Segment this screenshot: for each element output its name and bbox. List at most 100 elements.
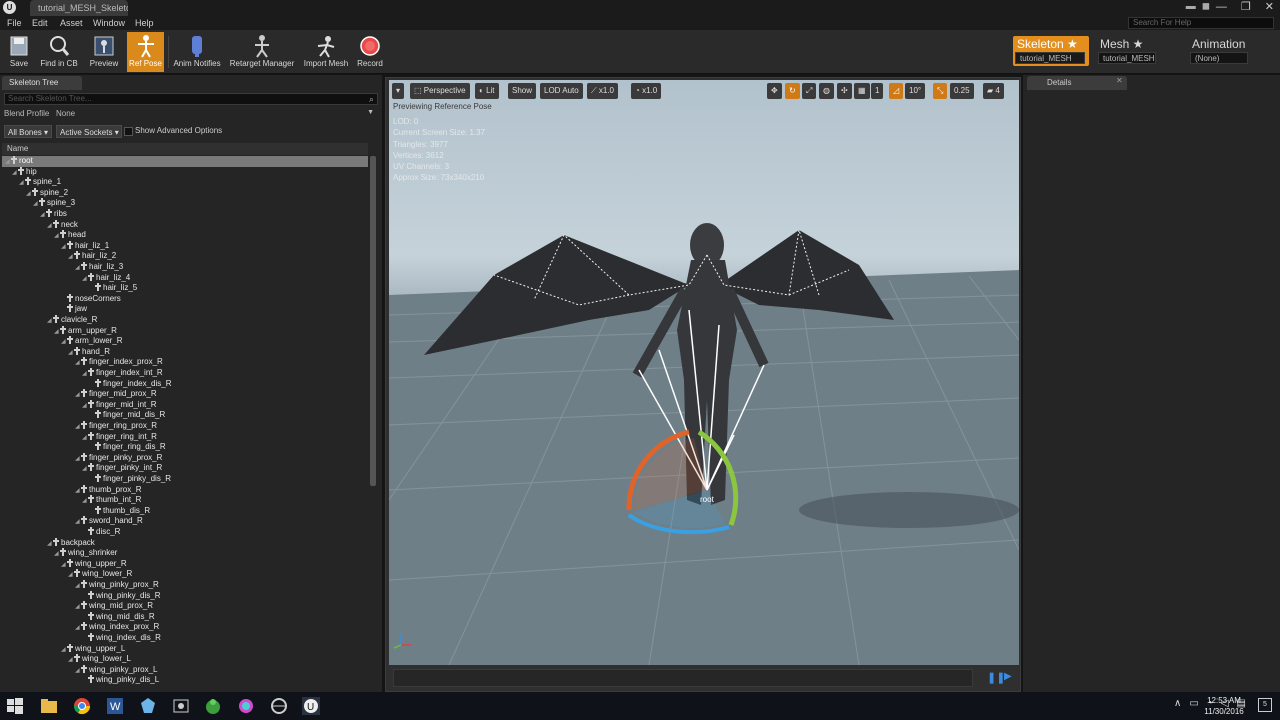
bone-row[interactable]: ◢ thumb_prox_R	[2, 484, 368, 496]
bone-row[interactable]: ◢ arm_upper_R	[2, 325, 368, 337]
bone-row[interactable]: ◢ wing_index_prox_R	[2, 622, 368, 633]
show-button[interactable]: Show	[508, 83, 537, 99]
all-bones-dropdown[interactable]: All Bones ▾	[4, 125, 52, 138]
bone-row[interactable]: ◢ ribs	[2, 209, 368, 220]
rotate-mode-button[interactable]: ↻	[785, 83, 800, 99]
retarget-manager-button[interactable]: Retarget Manager	[228, 32, 296, 72]
minimize-button[interactable]: —	[1216, 0, 1227, 16]
bone-row[interactable]: wing_index_dis_R	[2, 633, 368, 644]
bone-row[interactable]: ◢ spine_3	[2, 198, 368, 209]
bone-row[interactable]: ◢ sword_hand_R	[2, 516, 368, 527]
viewport[interactable]: ▾ ⬚ Perspective ◐ Lit Show LOD Auto ⟋ x1…	[389, 80, 1019, 665]
notification-center-icon[interactable]: 5	[1258, 698, 1272, 712]
scale-snap-toggle[interactable]: ⤡	[933, 83, 948, 99]
bone-row[interactable]: ◢ neck	[2, 219, 368, 231]
menu-edit[interactable]: Edit	[32, 16, 48, 30]
mode-animation-asset[interactable]: (None)	[1190, 52, 1248, 64]
search-help-input[interactable]: Search For Help	[1128, 17, 1274, 29]
bone-row[interactable]: wing_pinky_dis_L	[2, 675, 368, 686]
green-app-icon[interactable]	[204, 697, 222, 715]
bone-row[interactable]: ◢ thumb_int_R	[2, 495, 368, 506]
bone-row[interactable]: disc_R	[2, 527, 368, 538]
surface-snap-button[interactable]: ✣	[837, 83, 852, 99]
show-advanced-checkbox[interactable]	[124, 127, 133, 136]
mode-animation[interactable]: Animation (None)	[1188, 36, 1272, 66]
bone-row[interactable]: ◢ finger_mid_prox_R	[2, 389, 368, 400]
bone-row[interactable]: ◢ finger_index_prox_R	[2, 357, 368, 368]
bone-row[interactable]: ◢ wing_mid_prox_R	[2, 601, 368, 612]
color-app-icon[interactable]	[237, 697, 255, 715]
bone-row[interactable]: ◢ hair_liz_2	[2, 251, 368, 262]
menu-help[interactable]: Help	[135, 16, 154, 30]
menu-file[interactable]: File	[7, 16, 22, 30]
details-tab[interactable]: Details	[1027, 76, 1127, 90]
anim-speed-button[interactable]: ◔ x1.0	[631, 83, 662, 99]
record-button[interactable]: Record	[355, 32, 385, 72]
anim-notifies-button[interactable]: Anim Notifies	[172, 32, 222, 72]
bone-row[interactable]: ◢ hair_liz_3	[2, 262, 368, 273]
rotation-snap-toggle[interactable]: ◿	[889, 83, 904, 99]
ref-pose-button[interactable]: Ref Pose	[127, 32, 164, 72]
bone-row[interactable]: ◢ wing_pinky_prox_L	[2, 664, 368, 676]
import-mesh-button[interactable]: Import Mesh	[302, 32, 350, 72]
scale-mode-button[interactable]: ⤢	[802, 83, 817, 99]
bone-row[interactable]: hair_liz_5	[2, 283, 368, 294]
pause-icon[interactable]: ❚❚	[987, 671, 1005, 684]
menu-asset[interactable]: Asset	[60, 16, 83, 30]
bone-row[interactable]: wing_pinky_dis_R	[2, 590, 368, 602]
app-icon[interactable]	[139, 697, 157, 715]
save-button[interactable]: Save	[4, 32, 34, 72]
close-icon[interactable]: ✕	[1116, 76, 1123, 85]
chrome-icon[interactable]	[73, 697, 91, 715]
bone-row[interactable]: ◢ hair_liz_4	[2, 272, 368, 284]
bone-row[interactable]: ◢ root	[2, 156, 368, 167]
bone-row[interactable]: finger_ring_dis_R	[2, 442, 368, 453]
bone-row[interactable]: ◢ finger_mid_int_R	[2, 399, 368, 411]
world-local-button[interactable]: ◍	[819, 83, 834, 99]
lit-button[interactable]: ◐ Lit	[475, 83, 499, 99]
file-explorer-icon[interactable]	[40, 697, 58, 715]
viewport-options-button[interactable]: ▾	[392, 83, 405, 99]
grid-size-button[interactable]: 1	[871, 83, 884, 99]
maximize-button[interactable]: ❐	[1241, 0, 1251, 16]
bone-row[interactable]: jaw	[2, 304, 368, 315]
translate-mode-button[interactable]: ✥	[767, 83, 782, 99]
bone-row[interactable]: ◢ finger_pinky_int_R	[2, 463, 368, 474]
preview-button[interactable]: Preview	[86, 32, 122, 72]
playback-speed-button[interactable]: ⟋ x1.0	[587, 83, 618, 99]
bone-row[interactable]: finger_index_dis_R	[2, 378, 368, 390]
mode-skeleton-asset[interactable]: tutorial_MESH	[1015, 52, 1085, 64]
skeleton-tree-tab[interactable]: Skeleton Tree	[2, 76, 82, 90]
bone-row[interactable]: ◢ hair_liz_1	[2, 240, 368, 252]
camera-speed-button[interactable]: ▰ 4	[983, 83, 1004, 99]
bone-row[interactable]: ◢ wing_shrinker	[2, 548, 368, 559]
scale-snap-value[interactable]: 0.25	[950, 83, 974, 99]
bone-row[interactable]: ◢ wing_lower_L	[2, 654, 368, 665]
bone-row[interactable]: ◢ wing_upper_R	[2, 558, 368, 570]
find-in-cb-button[interactable]: Find in CB	[40, 32, 78, 72]
bone-row[interactable]: ◢ wing_pinky_prox_R	[2, 580, 368, 591]
bone-row[interactable]: finger_pinky_dis_R	[2, 474, 368, 485]
feedback-icon[interactable]: ▬	[1186, 1, 1196, 12]
rotation-snap-value[interactable]: 10°	[905, 83, 926, 99]
grid-snap-button[interactable]: ▦	[854, 83, 870, 99]
tree-scrollbar[interactable]	[370, 156, 376, 486]
bone-row[interactable]: ◢ finger_ring_int_R	[2, 431, 368, 443]
word-icon[interactable]: W	[106, 697, 124, 715]
bone-row[interactable]: ◢ wing_lower_R	[2, 569, 368, 580]
windows-start-icon[interactable]	[6, 697, 24, 715]
bone-row[interactable]: ◢ hip	[2, 166, 368, 178]
perspective-button[interactable]: ⬚ Perspective	[410, 83, 470, 99]
bone-row[interactable]: ◢ head	[2, 230, 368, 241]
blend-profile-dropdown[interactable]: None ▼	[56, 109, 378, 121]
play-icon[interactable]: ▶	[1004, 671, 1012, 682]
lod-button[interactable]: LOD Auto	[540, 83, 583, 99]
bone-row[interactable]: thumb_dis_R	[2, 505, 368, 517]
mode-skeleton[interactable]: Skeleton ★ tutorial_MESH	[1013, 36, 1089, 66]
bone-row[interactable]: ◢ finger_pinky_prox_R	[2, 452, 368, 464]
unreal-taskbar-icon[interactable]: U	[302, 697, 320, 715]
timeline-scrubber[interactable]	[393, 669, 973, 687]
bone-row[interactable]: ◢ finger_index_int_R	[2, 368, 368, 379]
bone-row[interactable]: ◢ backpack	[2, 537, 368, 549]
close-button[interactable]: ✕	[1265, 0, 1274, 16]
